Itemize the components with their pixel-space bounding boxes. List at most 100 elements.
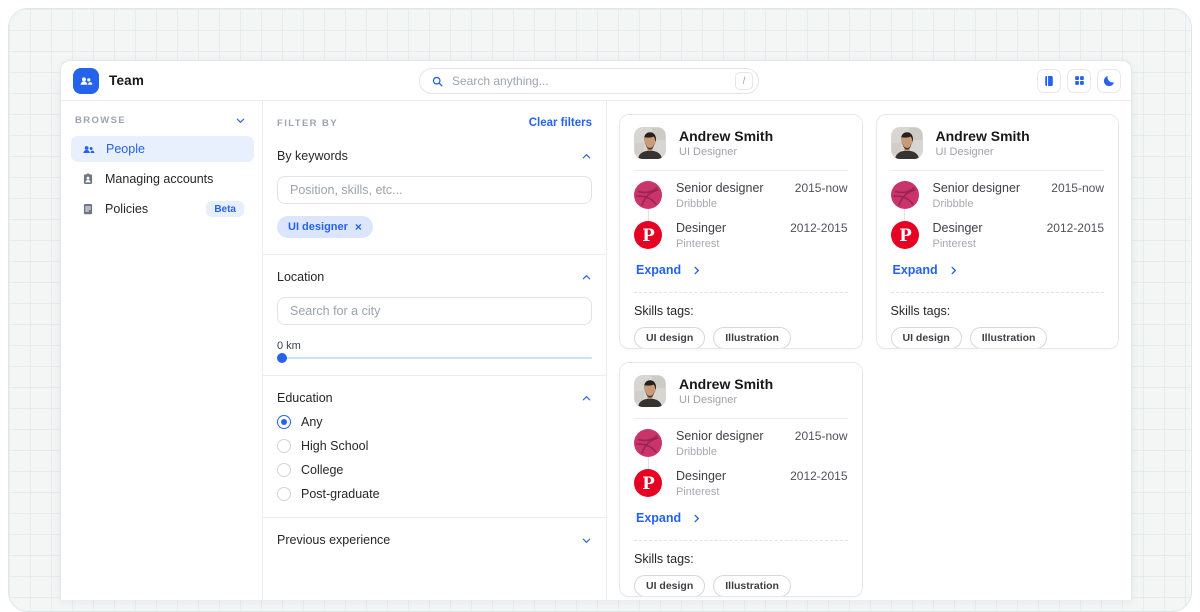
job-period: 2015-now <box>1051 181 1104 195</box>
keywords-section-toggle[interactable]: By keywords <box>277 149 592 163</box>
divider <box>263 254 606 255</box>
divider <box>634 170 848 171</box>
app-title: Team <box>109 73 144 88</box>
expand-button[interactable]: Expand <box>893 263 959 277</box>
job-company: Pinterest <box>676 238 726 250</box>
job-period: 2015-now <box>795 429 848 443</box>
person-role: UI Designer <box>936 146 1030 158</box>
book-button[interactable] <box>1037 69 1061 93</box>
skill-tag[interactable]: Illustration <box>970 327 1048 349</box>
job-title: Desinger <box>676 469 726 483</box>
job-title: Senior designer <box>933 181 1021 195</box>
distance-slider: 0 km <box>277 340 592 359</box>
pinterest-icon: P <box>634 221 662 249</box>
radio[interactable] <box>277 463 291 477</box>
search-bar[interactable]: Search anything... / <box>419 68 759 94</box>
skill-tag[interactable]: UI design <box>634 327 705 349</box>
previous-experience-section-toggle[interactable]: Previous experience <box>277 533 592 547</box>
slider-track[interactable] <box>277 357 592 359</box>
education-option-college[interactable]: College <box>277 463 592 477</box>
education-label: Education <box>277 391 333 405</box>
skill-tag[interactable]: Illustration <box>713 575 791 597</box>
chevron-up-icon <box>581 272 592 283</box>
job-company: Dribbble <box>933 198 1021 210</box>
document-icon <box>81 202 95 216</box>
portrait-photo <box>634 375 666 407</box>
filter-by-label: FILTER BY <box>277 118 338 129</box>
previous-experience-label: Previous experience <box>277 533 390 547</box>
sidebar-item-label: Managing accounts <box>105 172 213 186</box>
person-name: Andrew Smith <box>936 128 1030 144</box>
skill-tag[interactable]: UI design <box>634 575 705 597</box>
app-logo <box>73 68 99 94</box>
radio[interactable] <box>277 487 291 501</box>
radio-selected[interactable] <box>277 415 291 429</box>
browse-label: BROWSE <box>75 115 126 126</box>
slider-thumb[interactable] <box>277 353 287 363</box>
city-search-input[interactable] <box>277 297 592 325</box>
apps-grid-icon <box>1073 74 1086 87</box>
avatar <box>891 127 923 159</box>
clear-filters-button[interactable]: Clear filters <box>529 117 592 129</box>
job-period: 2012-2015 <box>790 221 847 235</box>
expand-label: Expand <box>893 263 938 277</box>
radio-label: High School <box>301 439 368 453</box>
chevron-down-icon <box>235 115 246 126</box>
location-section-toggle[interactable]: Location <box>277 270 592 284</box>
job-row: Senior designer Dribbble 2015-now <box>891 181 1105 210</box>
education-option-post-graduate[interactable]: Post-graduate <box>277 487 592 501</box>
keyword-tag-label: UI designer <box>288 221 348 233</box>
chevron-right-icon <box>691 265 702 276</box>
avatar <box>634 375 666 407</box>
keywords-label: By keywords <box>277 149 348 163</box>
sidebar-item-policies[interactable]: Policies Beta <box>71 196 254 222</box>
job-company: Pinterest <box>933 238 983 250</box>
job-row: Senior designer Dribbble 2015-now <box>634 181 848 210</box>
person-card: Andrew Smith UI Designer <box>619 362 863 597</box>
filter-panel: FILTER BY Clear filters By keywords UI d… <box>263 101 607 600</box>
expand-button[interactable]: Expand <box>636 263 702 277</box>
chevron-up-icon <box>581 151 592 162</box>
book-icon <box>1042 74 1056 88</box>
sidebar-item-people[interactable]: People <box>71 136 254 162</box>
skill-tag[interactable]: Illustration <box>713 327 791 349</box>
education-option-high-school[interactable]: High School <box>277 439 592 453</box>
dribbble-icon <box>634 429 662 457</box>
divider <box>634 292 848 293</box>
job-company: Dribbble <box>676 198 764 210</box>
portrait-photo <box>891 127 923 159</box>
remove-tag-icon[interactable]: × <box>355 220 362 234</box>
dribbble-icon <box>634 181 662 209</box>
skills-label: Skills tags: <box>634 304 848 318</box>
job-company: Pinterest <box>676 486 726 498</box>
radio-label: Post-graduate <box>301 487 380 501</box>
apps-grid-button[interactable] <box>1067 69 1091 93</box>
job-row: P Desinger Pinterest 2012-2015 <box>634 469 848 498</box>
id-badge-icon <box>81 172 95 186</box>
header-actions <box>1037 69 1121 93</box>
radio[interactable] <box>277 439 291 453</box>
chevron-down-icon <box>581 535 592 546</box>
job-company: Dribbble <box>676 446 764 458</box>
education-section-toggle[interactable]: Education <box>277 391 592 405</box>
keyword-tag-chip[interactable]: UI designer × <box>277 216 373 238</box>
job-row: P Desinger Pinterest 2012-2015 <box>634 221 848 250</box>
sidebar-item-managing-accounts[interactable]: Managing accounts <box>71 166 254 192</box>
expand-label: Expand <box>636 511 681 525</box>
skill-tag[interactable]: UI design <box>891 327 962 349</box>
dark-mode-button[interactable] <box>1097 69 1121 93</box>
divider <box>891 292 1105 293</box>
person-card: Andrew Smith UI Designer <box>876 114 1120 349</box>
radio-label: Any <box>301 415 323 429</box>
skills-label: Skills tags: <box>891 304 1105 318</box>
expand-button[interactable]: Expand <box>636 511 702 525</box>
education-option-any[interactable]: Any <box>277 415 592 429</box>
job-period: 2015-now <box>795 181 848 195</box>
job-period: 2012-2015 <box>1047 221 1104 235</box>
keywords-input[interactable] <box>277 176 592 204</box>
moon-icon <box>1102 74 1116 88</box>
sidebar-item-label: Policies <box>105 202 148 216</box>
brand: Team <box>71 68 144 94</box>
job-period: 2012-2015 <box>790 469 847 483</box>
browse-section-toggle[interactable]: BROWSE <box>71 115 254 126</box>
